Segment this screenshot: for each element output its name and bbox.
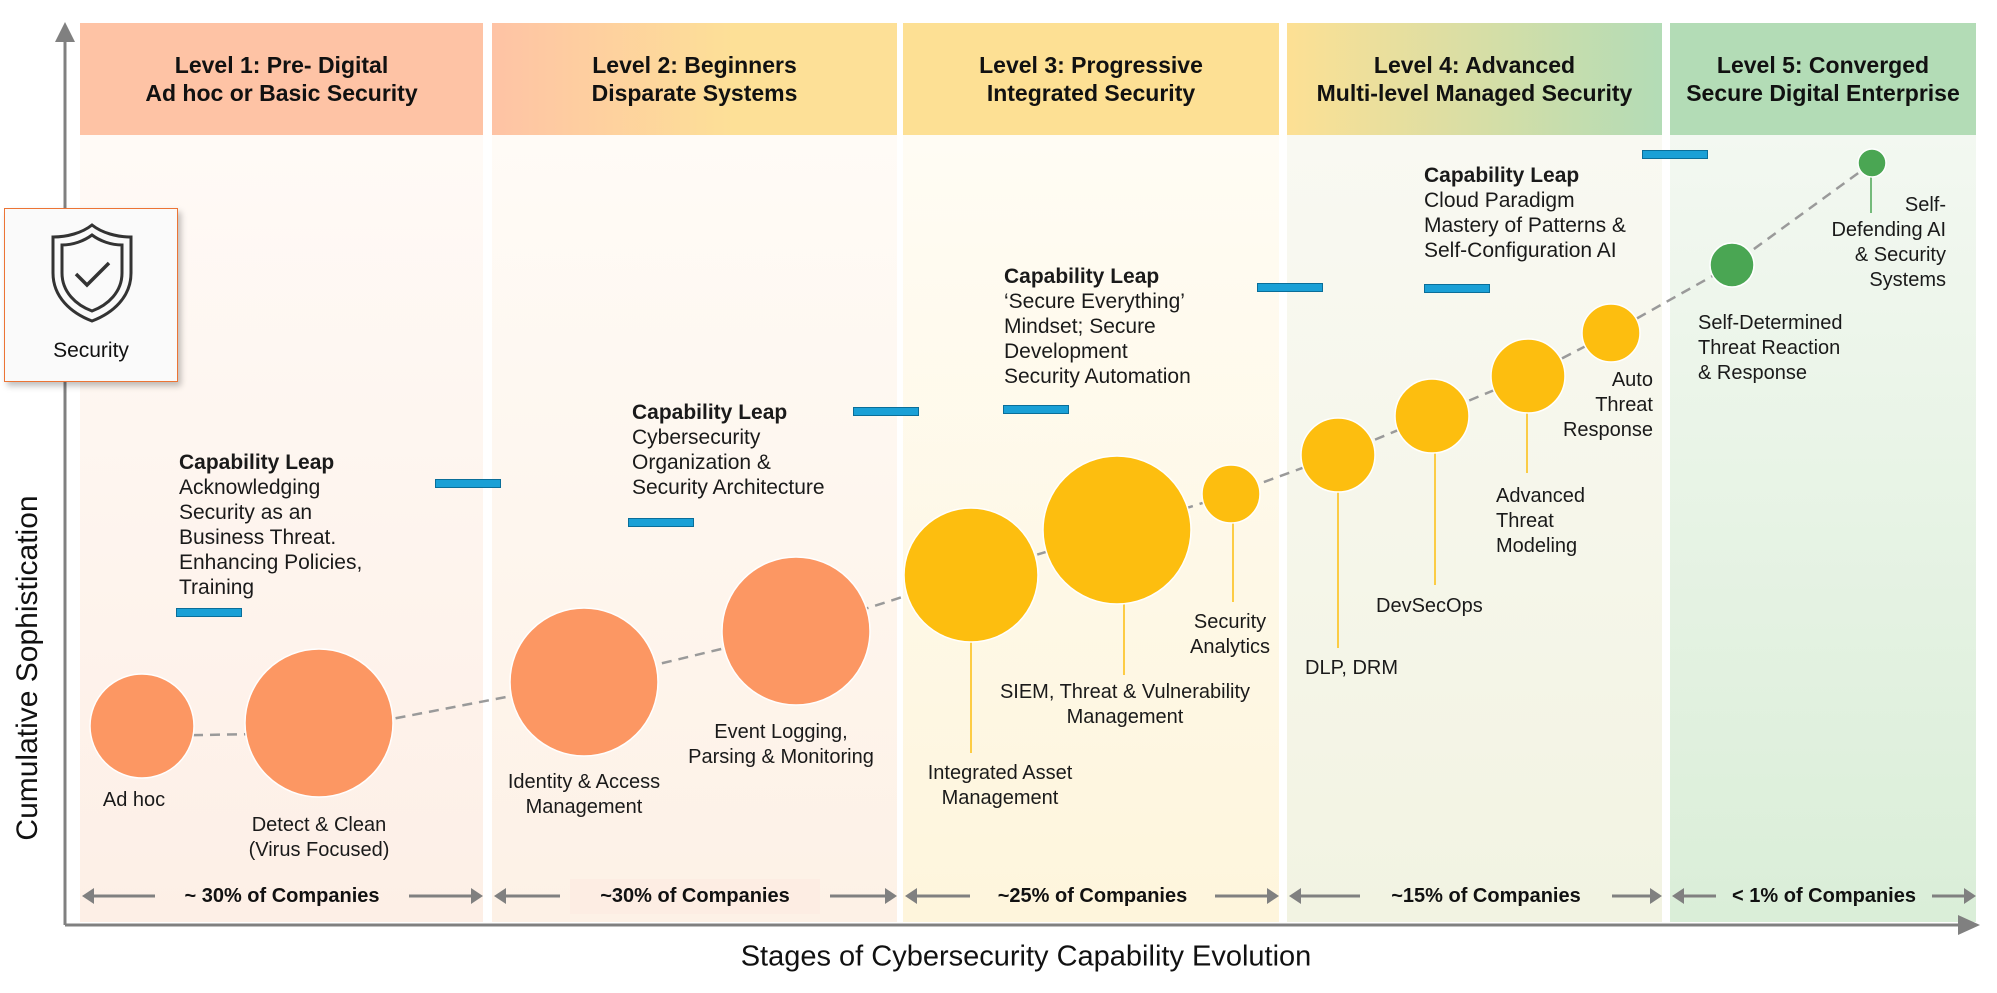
- level-5-share: < 1% of Companies: [1716, 880, 1932, 912]
- bubble-siem: [1042, 455, 1192, 605]
- level-1-share: ~ 30% of Companies: [155, 880, 409, 912]
- x-axis-label: Stages of Cybersecurity Capability Evolu…: [740, 940, 1312, 973]
- capability-leap-3: Capability Leap ‘Secure Everything’ Mind…: [1004, 264, 1191, 389]
- bubble-detect-clean: [244, 648, 394, 798]
- capability-label: Event Logging, Parsing & Monitoring: [688, 721, 874, 768]
- leap-marker-bar: [1257, 283, 1323, 292]
- capability-label: Self-Determined Threat Reaction & Respon…: [1698, 312, 1843, 384]
- capability-label: Auto Threat Response: [1562, 369, 1653, 441]
- bubble-auto-threat-response: [1581, 303, 1641, 363]
- leap-marker-bar: [176, 608, 242, 617]
- capability-leap-2: Capability Leap Cybersecurity Organizati…: [632, 400, 825, 500]
- leap-marker-bar: [628, 518, 694, 527]
- capability-leap-text: Acknowledging Security as an Business Th…: [179, 476, 363, 599]
- capability-label: Security Analytics: [1189, 611, 1271, 658]
- share-text: ~30% of Companies: [570, 878, 820, 914]
- bubble-self-defending: [1857, 148, 1887, 178]
- share-text: < 1% of Companies: [1732, 884, 1916, 907]
- bubble-integrated-asset: [903, 507, 1039, 643]
- share-text: ~ 30% of Companies: [184, 884, 380, 907]
- capability-leap-1: Capability Leap Acknowledging Security a…: [179, 450, 362, 600]
- capability-label: SIEM, Threat & Vulnerability Management: [999, 681, 1251, 728]
- bubble-devsecops: [1394, 378, 1470, 454]
- capability-leap-text: ‘Secure Everything’ Mindset; Secure Deve…: [1004, 290, 1191, 388]
- capability-label: Ad hoc: [102, 789, 166, 811]
- leap-marker-bar: [1642, 150, 1708, 159]
- capability-leap-text: Cloud Paradigm Mastery of Patterns & Sel…: [1424, 189, 1626, 262]
- capability-label: Identity & Access Management: [507, 771, 661, 818]
- bubble-dlp-drm: [1300, 417, 1376, 493]
- level-2-share: ~30% of Companies: [560, 878, 830, 914]
- y-axis-arrow-icon: [55, 22, 75, 42]
- share-text: ~15% of Companies: [1391, 884, 1581, 907]
- capability-leap-title: Capability Leap: [179, 451, 335, 474]
- capability-leap-text: Cybersecurity Organization & Security Ar…: [632, 426, 825, 499]
- capability-label: DLP, DRM: [1305, 657, 1398, 679]
- capability-label: Integrated Asset Management: [927, 762, 1073, 809]
- capability-label: Advanced Threat Modeling: [1496, 485, 1585, 557]
- capability-label: DevSecOps: [1376, 595, 1483, 617]
- x-axis-arrow-icon: [1958, 915, 1980, 935]
- share-text: ~25% of Companies: [997, 884, 1188, 907]
- shield-check-icon: [51, 223, 133, 323]
- level-3-share: ~25% of Companies: [970, 880, 1215, 912]
- bubble-self-determined: [1709, 242, 1755, 288]
- capability-leap-title: Capability Leap: [1424, 164, 1580, 187]
- capability-label: Self- Defending AI & Security Systems: [1831, 194, 1946, 291]
- capability-label: Detect & Clean (Virus Focused): [248, 814, 390, 861]
- bubble-security-analytics: [1201, 464, 1261, 524]
- y-axis-label: Cumulative Sophistication: [11, 495, 44, 841]
- security-label: Security: [53, 339, 129, 362]
- leap-marker-bar: [1424, 284, 1490, 293]
- capability-leap-title: Capability Leap: [1004, 265, 1160, 288]
- leap-marker-bar: [435, 479, 501, 488]
- leap-marker-bar: [853, 407, 919, 416]
- bubble-identity-access: [509, 607, 659, 757]
- capability-leap-title: Capability Leap: [632, 401, 788, 424]
- capability-leap-4: Capability Leap Cloud Paradigm Mastery o…: [1424, 163, 1626, 263]
- bubble-event-logging: [721, 556, 871, 706]
- security-badge: Security: [4, 208, 178, 382]
- bubble-ad-hoc: [89, 673, 195, 779]
- level-4-share: ~15% of Companies: [1360, 880, 1612, 912]
- leap-marker-bar: [1003, 405, 1069, 414]
